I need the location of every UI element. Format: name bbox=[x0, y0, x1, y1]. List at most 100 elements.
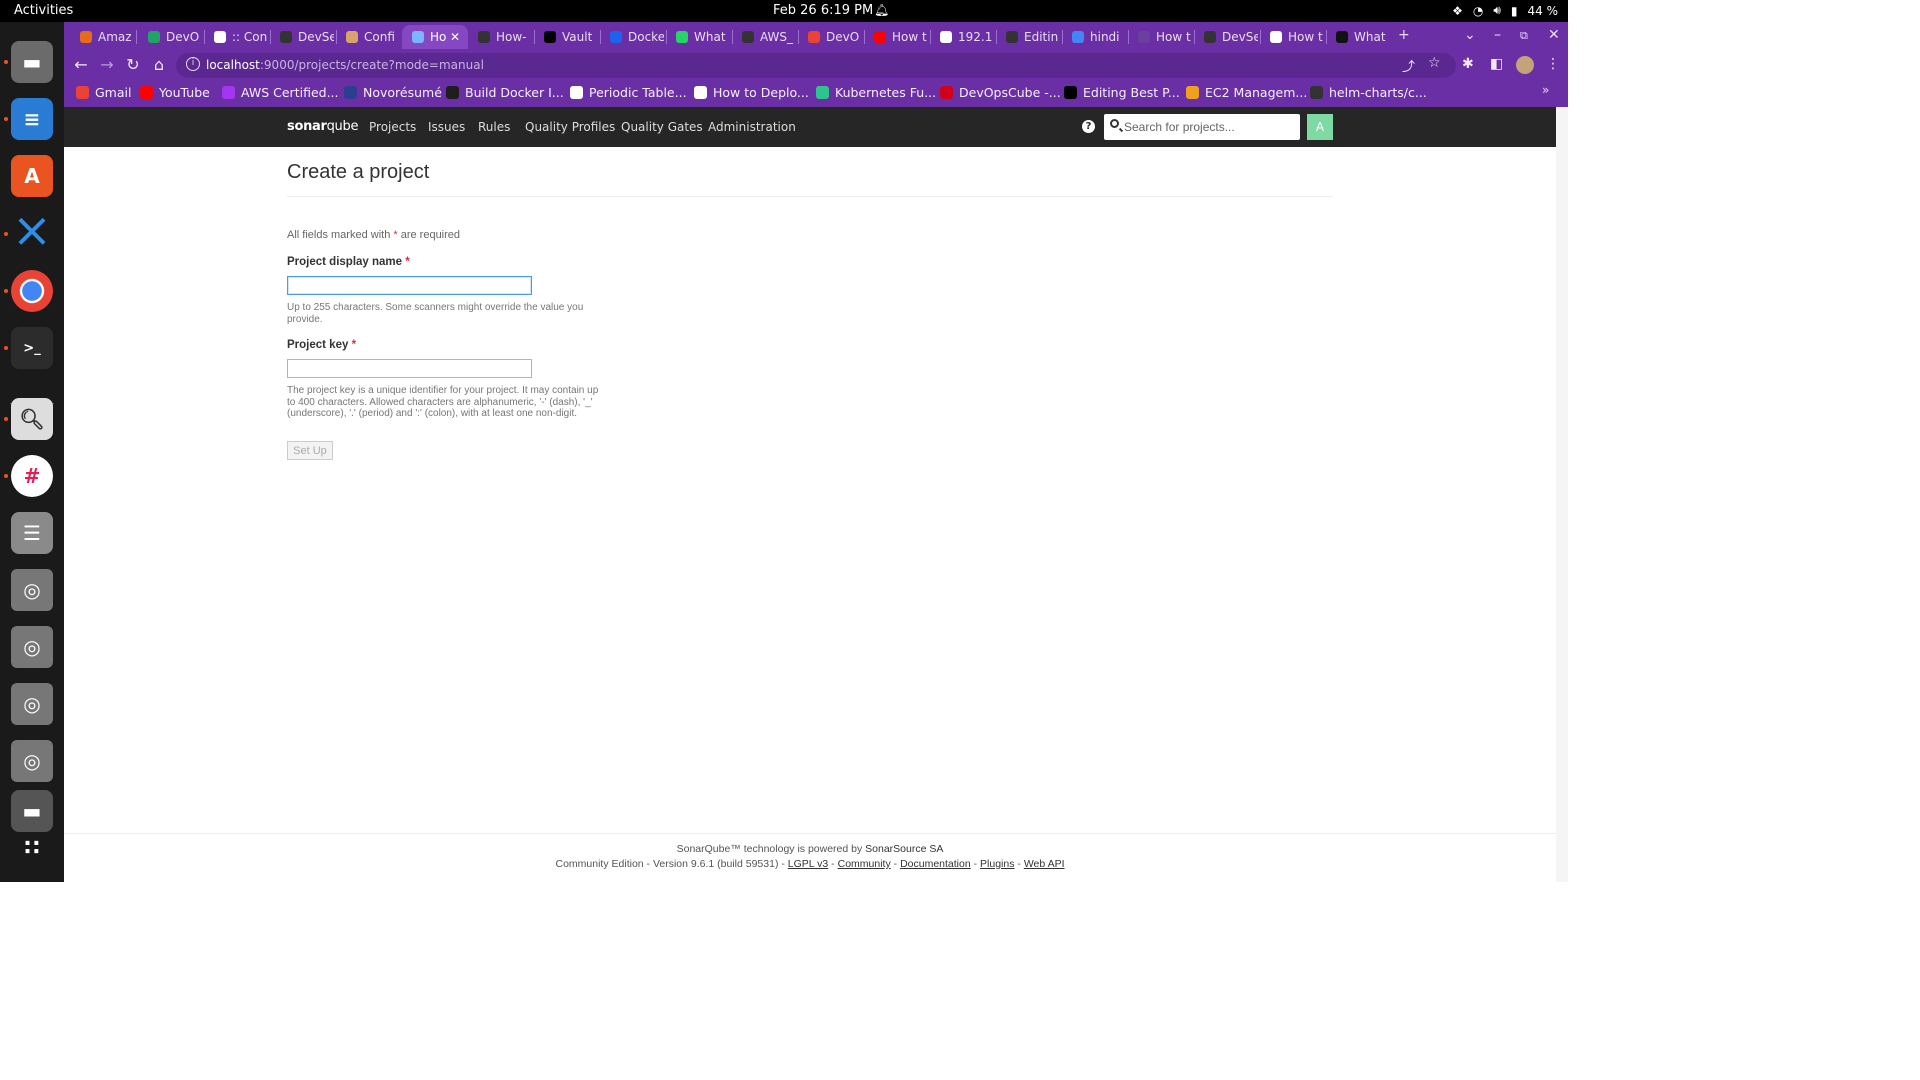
bookmark-item[interactable]: Novorésumé bbox=[344, 85, 442, 100]
project-display-name-input[interactable] bbox=[287, 276, 532, 295]
disk-icon[interactable]: ◎ bbox=[11, 569, 53, 611]
documentation-link[interactable]: Documentation bbox=[900, 858, 971, 870]
activities-button[interactable]: Activities bbox=[14, 3, 73, 18]
vscode-icon[interactable]: ⨉ bbox=[11, 212, 53, 254]
tab-label: Confi bbox=[364, 30, 395, 44]
browser-tab[interactable]: 192.1 bbox=[930, 25, 994, 49]
browser-tab[interactable]: AWS_ bbox=[732, 25, 796, 49]
browser-tab[interactable]: What bbox=[666, 25, 730, 49]
help-icon[interactable]: ? bbox=[1082, 120, 1095, 133]
browser-tab[interactable]: DevO bbox=[138, 25, 202, 49]
share-icon[interactable]: ⤴ bbox=[1402, 56, 1415, 75]
project-key-input[interactable] bbox=[287, 359, 532, 378]
page-title: Create a project bbox=[287, 161, 430, 183]
more-bookmarks-icon[interactable]: » bbox=[1542, 83, 1549, 97]
tab-label: Ho bbox=[430, 30, 447, 44]
sonarsource-link[interactable]: SonarSource SA bbox=[865, 843, 943, 855]
browser-tab[interactable]: What bbox=[1326, 25, 1390, 49]
maximize-button[interactable]: ⧉ bbox=[1520, 29, 1528, 43]
extensions-icon[interactable]: ✱ bbox=[1462, 56, 1474, 72]
bookmark-item[interactable]: helm-charts/c... bbox=[1310, 85, 1427, 100]
side-panel-icon[interactable]: ◧ bbox=[1490, 56, 1503, 72]
nav-administration[interactable]: Administration bbox=[708, 120, 796, 134]
nav-rules[interactable]: Rules bbox=[478, 120, 510, 134]
browser-tab[interactable]: Ho ✕ bbox=[402, 25, 468, 49]
bookmark-item[interactable]: YouTube bbox=[140, 85, 210, 100]
license-link[interactable]: LGPL v3 bbox=[788, 858, 828, 870]
disk-icon[interactable]: ◎ bbox=[11, 740, 53, 782]
bookmark-item[interactable]: DevOpsCube -... bbox=[940, 85, 1061, 100]
browser-tab[interactable]: Editin bbox=[996, 25, 1060, 49]
new-tab-button[interactable]: + bbox=[1398, 27, 1410, 43]
bookmark-item[interactable]: EC2 Managem... bbox=[1186, 85, 1307, 100]
required-note: All fields marked with * are required bbox=[287, 229, 461, 241]
browser-tab[interactable]: hindi bbox=[1062, 25, 1126, 49]
profile-avatar[interactable] bbox=[1516, 56, 1534, 74]
bookmark-label: Editing Best P... bbox=[1083, 85, 1180, 100]
bookmark-item[interactable]: Build Docker I... bbox=[446, 85, 564, 100]
search-input[interactable] bbox=[1124, 118, 1294, 136]
bookmark-label: YouTube bbox=[159, 85, 210, 100]
browser-tab[interactable]: DevSe bbox=[1194, 25, 1258, 49]
notification-bell-icon[interactable]: 🔔︎ bbox=[874, 3, 889, 17]
bookmark-item[interactable]: Kubernetes Fu... bbox=[816, 85, 936, 100]
writer-icon[interactable]: ≡ bbox=[11, 98, 53, 140]
web-api-link[interactable]: Web API bbox=[1024, 858, 1065, 870]
tab-search-chevron-icon[interactable]: ⌄ bbox=[1464, 27, 1476, 43]
forward-button[interactable]: → bbox=[98, 56, 116, 74]
user-avatar[interactable]: A bbox=[1307, 114, 1333, 140]
plugins-link[interactable]: Plugins bbox=[980, 858, 1014, 870]
browser-tab[interactable]: DevSe bbox=[270, 25, 334, 49]
screenshot-icon[interactable]: 🔍︎ bbox=[11, 398, 53, 440]
nav-issues[interactable]: Issues bbox=[428, 120, 465, 134]
url-text[interactable]: localhost:9000/projects/create?mode=manu… bbox=[206, 58, 484, 72]
bookmark-item[interactable]: How to Deplo... bbox=[694, 85, 809, 100]
terminal-icon[interactable]: >_ bbox=[11, 327, 53, 369]
bookmark-star-icon[interactable]: ☆ bbox=[1428, 55, 1441, 71]
show-apps-icon[interactable]: ∷ bbox=[11, 827, 53, 869]
tab-close-icon[interactable]: ✕ bbox=[450, 30, 460, 44]
chrome-icon[interactable] bbox=[11, 270, 53, 312]
menu-icon[interactable]: ⋮ bbox=[1546, 56, 1560, 72]
nav-quality-gates[interactable]: Quality Gates bbox=[621, 120, 703, 134]
nav-quality-profiles[interactable]: Quality Profiles bbox=[525, 120, 615, 134]
community-link[interactable]: Community bbox=[838, 858, 891, 870]
site-info-icon[interactable]: i bbox=[186, 57, 200, 71]
address-bar[interactable]: i localhost:9000/projects/create?mode=ma… bbox=[176, 53, 1456, 78]
bookmark-favicon-icon bbox=[570, 86, 583, 99]
bookmark-item[interactable]: AWS Certified... bbox=[222, 85, 339, 100]
app-center-icon[interactable]: A bbox=[11, 155, 53, 197]
sonarqube-logo[interactable]: sonarqube bbox=[287, 119, 358, 134]
close-window-button[interactable]: ✕ bbox=[1548, 27, 1560, 43]
browser-tab[interactable]: :: Con bbox=[204, 25, 268, 49]
browser-tab[interactable]: How t bbox=[1260, 25, 1324, 49]
browser-tab[interactable]: How t bbox=[1128, 25, 1192, 49]
bookmark-item[interactable]: Editing Best P... bbox=[1064, 85, 1180, 100]
browser-tab[interactable]: Confi bbox=[336, 25, 400, 49]
drive-icon[interactable]: ▬ bbox=[11, 790, 53, 832]
nav-projects[interactable]: Projects bbox=[369, 120, 416, 134]
back-button[interactable]: ← bbox=[72, 56, 90, 74]
browser-tab[interactable]: How t bbox=[864, 25, 928, 49]
text-editor-icon[interactable]: ☰ bbox=[11, 512, 53, 554]
browser-tab[interactable]: DevO bbox=[798, 25, 862, 49]
bookmark-item[interactable]: Periodic Table... bbox=[570, 85, 687, 100]
files-icon[interactable]: ▬ bbox=[11, 41, 53, 83]
slack-icon[interactable]: # bbox=[11, 455, 53, 497]
tab-label: Docke bbox=[628, 30, 664, 44]
page-scrollbar[interactable] bbox=[1556, 107, 1568, 882]
browser-tab[interactable]: Amaz bbox=[70, 25, 134, 49]
browser-tab[interactable]: Vault bbox=[534, 25, 598, 49]
reload-button[interactable]: ↻ bbox=[124, 56, 142, 74]
minimize-button[interactable]: – bbox=[1494, 27, 1501, 43]
browser-tab[interactable]: Docke bbox=[600, 25, 664, 49]
project-search[interactable] bbox=[1104, 114, 1300, 140]
browser-tab[interactable]: How- bbox=[468, 25, 532, 49]
home-button[interactable]: ⌂ bbox=[150, 56, 168, 74]
disk-icon[interactable]: ◎ bbox=[11, 683, 53, 725]
bookmark-item[interactable]: Gmail bbox=[76, 85, 131, 100]
clock[interactable]: Feb 26 6:19 PM bbox=[773, 3, 873, 18]
disk-icon[interactable]: ◎ bbox=[11, 626, 53, 668]
set-up-button[interactable]: Set Up bbox=[287, 441, 333, 460]
system-tray[interactable]: ❖ ◔ 🔊︎ ▮ 44 % bbox=[1452, 3, 1558, 18]
